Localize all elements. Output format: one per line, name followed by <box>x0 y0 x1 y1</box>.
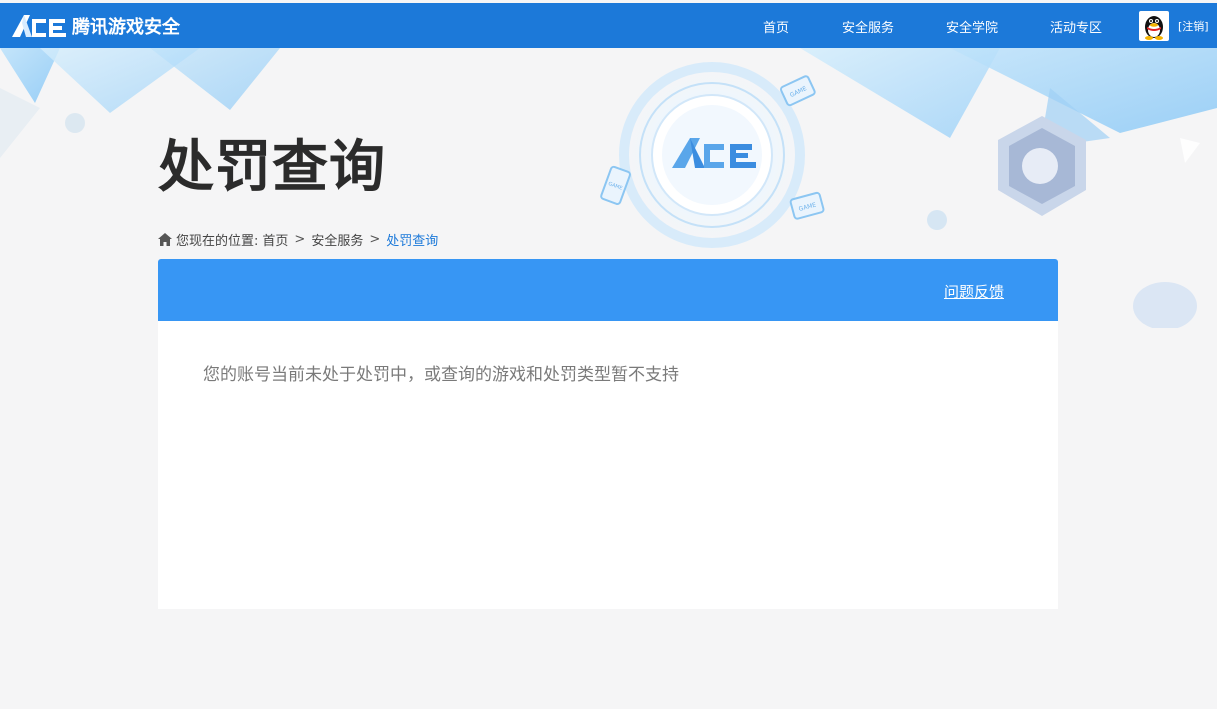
breadcrumb-prefix: 您现在的位置: <box>176 234 259 249</box>
result-card-body: 您的账号当前未处于处罚中，或查询的游戏和处罚类型暂不支持 <box>158 321 1058 609</box>
nav-home[interactable]: 首页 <box>763 17 789 36</box>
nav-security-academy[interactable]: 安全学院 <box>946 17 998 36</box>
feedback-link[interactable]: 问题反馈 <box>944 281 1004 302</box>
breadcrumb-current: 处罚查询 <box>386 234 439 249</box>
user-avatar[interactable] <box>1139 11 1169 41</box>
breadcrumb-home[interactable]: 首页 <box>262 230 288 249</box>
result-card-header: 问题反馈 <box>158 259 1058 321</box>
breadcrumb-security-services[interactable]: 安全服务 <box>311 230 363 249</box>
nav-security-services[interactable]: 安全服务 <box>842 17 894 36</box>
qq-penguin-icon <box>1145 16 1163 40</box>
top-nav-bar: 腾讯游戏安全 首页 安全服务 安全学院 活动专区 [注销] <box>0 3 1217 48</box>
breadcrumb: 您现在的位置: 首页 > 安全服务 > 处罚查询 <box>158 230 438 249</box>
breadcrumb-separator: > <box>369 232 381 247</box>
main-nav: 首页 安全服务 安全学院 活动专区 <box>0 3 1217 48</box>
result-message: 您的账号当前未处于处罚中，或查询的游戏和处罚类型暂不支持 <box>203 365 679 385</box>
logout-link[interactable]: [注销] <box>1178 18 1209 34</box>
home-icon <box>158 233 172 246</box>
breadcrumb-separator: > <box>294 232 306 247</box>
nav-events[interactable]: 活动专区 <box>1050 17 1102 36</box>
page-title: 处罚查询 <box>158 135 386 200</box>
